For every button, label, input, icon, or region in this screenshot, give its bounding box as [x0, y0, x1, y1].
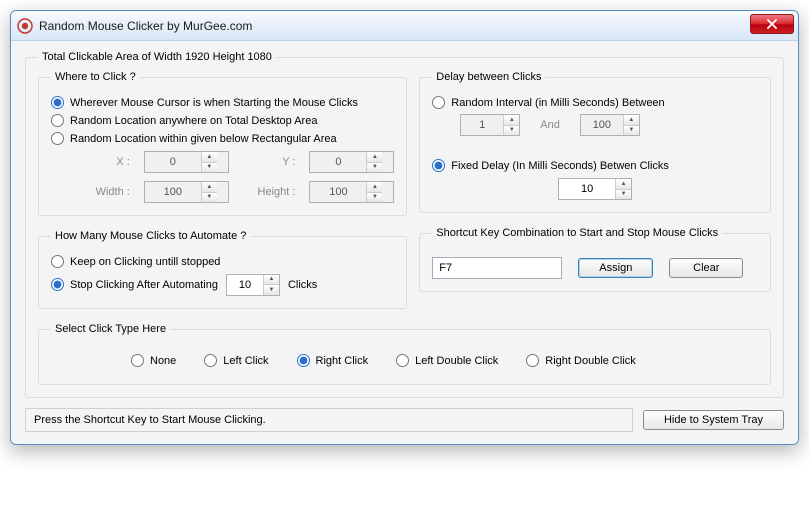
delay-fixed-input[interactable] [559, 179, 615, 199]
clicktype-legend: Select Click Type Here [51, 323, 170, 335]
count-input[interactable] [227, 275, 263, 295]
delay-fixed[interactable]: Fixed Delay (In Milli Seconds) Betwen Cl… [432, 159, 758, 172]
up-arrow-icon[interactable]: ▲ [616, 179, 631, 190]
clear-button[interactable]: Clear [669, 258, 743, 278]
clicktype-none-label: None [150, 355, 176, 367]
w-spinner[interactable]: ▲▼ [144, 181, 229, 203]
close-button[interactable] [750, 14, 794, 34]
x-label: X : [77, 156, 130, 168]
main-group: Total Clickable Area of Width 1920 Heigh… [25, 51, 784, 398]
hide-to-tray-button[interactable]: Hide to System Tray [643, 410, 784, 430]
down-arrow-icon[interactable]: ▼ [504, 126, 519, 136]
down-arrow-icon[interactable]: ▼ [624, 126, 639, 136]
where-opt1[interactable]: Wherever Mouse Cursor is when Starting t… [51, 96, 394, 109]
app-icon [17, 18, 33, 34]
clicktype-left-radio[interactable] [204, 354, 217, 367]
up-arrow-icon[interactable]: ▲ [264, 275, 279, 286]
h-label: Height : [243, 186, 296, 198]
up-arrow-icon[interactable]: ▲ [202, 152, 217, 163]
where-opt1-radio[interactable] [51, 96, 64, 109]
clicktype-group: Select Click Type Here None Left Click R… [38, 323, 771, 385]
h-spinner[interactable]: ▲▼ [309, 181, 394, 203]
where-opt3-label: Random Location within given below Recta… [70, 133, 337, 145]
clicks-label: Clicks [288, 279, 317, 291]
up-arrow-icon[interactable]: ▲ [367, 152, 382, 163]
where-opt2[interactable]: Random Location anywhere on Total Deskto… [51, 114, 394, 127]
w-input[interactable] [145, 182, 201, 202]
window-title: Random Mouse Clicker by MurGee.com [39, 19, 252, 33]
delay-legend: Delay between Clicks [432, 71, 545, 83]
clicktype-leftdbl-radio[interactable] [396, 354, 409, 367]
down-arrow-icon[interactable]: ▼ [202, 193, 217, 203]
y-spinner[interactable]: ▲▼ [309, 151, 394, 173]
delay-max-input[interactable] [581, 115, 623, 135]
clicktype-left-label: Left Click [223, 355, 268, 367]
where-legend: Where to Click ? [51, 71, 140, 83]
delay-min-input[interactable] [461, 115, 503, 135]
where-opt2-radio[interactable] [51, 114, 64, 127]
y-input[interactable] [310, 152, 366, 172]
delay-group: Delay between Clicks Random Interval (in… [419, 71, 771, 213]
howmany-keep-label: Keep on Clicking untill stopped [70, 256, 220, 268]
clicktype-leftdbl[interactable]: Left Double Click [396, 354, 498, 367]
up-arrow-icon[interactable]: ▲ [504, 115, 519, 126]
client-area: Total Clickable Area of Width 1920 Heigh… [11, 41, 798, 444]
where-opt3-radio[interactable] [51, 132, 64, 145]
main-group-legend: Total Clickable Area of Width 1920 Heigh… [38, 51, 276, 63]
delay-random-label: Random Interval (in Milli Seconds) Betwe… [451, 97, 664, 109]
howmany-stop[interactable]: Stop Clicking After Automating [51, 278, 218, 291]
howmany-keep-radio[interactable] [51, 255, 64, 268]
down-arrow-icon[interactable]: ▼ [367, 193, 382, 203]
howmany-stop-radio[interactable] [51, 278, 64, 291]
delay-random-radio[interactable] [432, 96, 445, 109]
y-label: Y : [243, 156, 296, 168]
howmany-group: How Many Mouse Clicks to Automate ? Keep… [38, 230, 407, 309]
down-arrow-icon[interactable]: ▼ [264, 285, 279, 295]
shortcut-legend: Shortcut Key Combination to Start and St… [432, 227, 722, 239]
clicktype-none[interactable]: None [131, 354, 176, 367]
where-group: Where to Click ? Wherever Mouse Cursor i… [38, 71, 407, 216]
statusbar: Press the Shortcut Key to Start Mouse Cl… [25, 408, 784, 432]
clicktype-rightdbl-label: Right Double Click [545, 355, 635, 367]
down-arrow-icon[interactable]: ▼ [367, 163, 382, 173]
x-input[interactable] [145, 152, 201, 172]
and-label: And [540, 119, 560, 131]
coords-grid: X : ▲▼ Y : ▲▼ Width : [77, 151, 394, 203]
shortcut-input[interactable] [432, 257, 562, 279]
app-window: Random Mouse Clicker by MurGee.com Total… [10, 10, 799, 445]
titlebar[interactable]: Random Mouse Clicker by MurGee.com [11, 11, 798, 41]
shortcut-group: Shortcut Key Combination to Start and St… [419, 227, 771, 292]
clicktype-left[interactable]: Left Click [204, 354, 268, 367]
delay-fixed-label: Fixed Delay (In Milli Seconds) Betwen Cl… [451, 160, 669, 172]
clicktype-leftdbl-label: Left Double Click [415, 355, 498, 367]
clicktype-right-label: Right Click [316, 355, 369, 367]
delay-fixed-radio[interactable] [432, 159, 445, 172]
delay-random[interactable]: Random Interval (in Milli Seconds) Betwe… [432, 96, 758, 109]
down-arrow-icon[interactable]: ▼ [202, 163, 217, 173]
x-spinner[interactable]: ▲▼ [144, 151, 229, 173]
howmany-keep[interactable]: Keep on Clicking untill stopped [51, 255, 394, 268]
howmany-stop-label: Stop Clicking After Automating [70, 279, 218, 291]
up-arrow-icon[interactable]: ▲ [202, 182, 217, 193]
clicktype-rightdbl[interactable]: Right Double Click [526, 354, 635, 367]
clicktype-right[interactable]: Right Click [297, 354, 369, 367]
delay-min-spinner[interactable]: ▲▼ [460, 114, 520, 136]
count-spinner[interactable]: ▲▼ [226, 274, 280, 296]
clicktype-none-radio[interactable] [131, 354, 144, 367]
down-arrow-icon[interactable]: ▼ [616, 190, 631, 200]
where-opt1-label: Wherever Mouse Cursor is when Starting t… [70, 97, 358, 109]
status-text: Press the Shortcut Key to Start Mouse Cl… [25, 408, 633, 432]
delay-fixed-spinner[interactable]: ▲▼ [558, 178, 632, 200]
h-input[interactable] [310, 182, 366, 202]
howmany-legend: How Many Mouse Clicks to Automate ? [51, 230, 250, 242]
assign-button[interactable]: Assign [578, 258, 653, 278]
clicktype-rightdbl-radio[interactable] [526, 354, 539, 367]
where-opt2-label: Random Location anywhere on Total Deskto… [70, 115, 317, 127]
w-label: Width : [77, 186, 130, 198]
delay-max-spinner[interactable]: ▲▼ [580, 114, 640, 136]
where-opt3[interactable]: Random Location within given below Recta… [51, 132, 394, 145]
clicktype-right-radio[interactable] [297, 354, 310, 367]
up-arrow-icon[interactable]: ▲ [624, 115, 639, 126]
up-arrow-icon[interactable]: ▲ [367, 182, 382, 193]
